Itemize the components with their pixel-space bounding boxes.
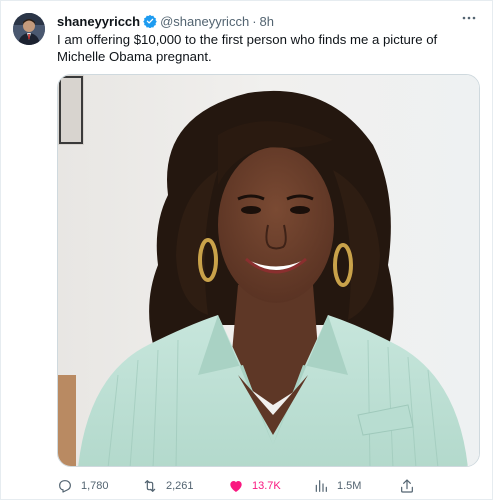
more-horizontal-icon[interactable] [460,11,478,25]
like-button[interactable]: 13.7K [228,477,281,495]
retweet-count: 2,261 [166,480,194,492]
share-icon [401,479,413,493]
reply-button[interactable]: 1,780 [57,477,109,495]
views-count: 1.5M [337,480,362,492]
tweet-text: I am offering $10,000 to the first perso… [57,32,438,64]
share-button[interactable] [399,477,415,495]
avatar[interactable] [13,13,45,45]
retweet-button[interactable]: 2,261 [142,477,194,495]
reply-icon [59,480,71,493]
tweet-actions: 1,780 2,261 13.7K 1.5M [57,477,417,495]
views-button[interactable]: 1.5M [313,477,361,495]
tweet-photo[interactable] [57,74,480,467]
heart-icon [230,481,242,492]
like-count: 13.7K [252,480,281,492]
retweet-icon [144,480,156,492]
tweet-card[interactable]: shaneyyricch @shaneyyricch · 8h I am off… [0,0,493,500]
display-name[interactable]: shaneyyricch [57,14,140,29]
separator-dot: · [252,13,257,29]
verified-badge-icon [143,14,157,29]
user-handle[interactable]: @shaneyyricch [160,14,249,29]
views-icon [315,480,327,492]
tweet-header: shaneyyricch @shaneyyricch · 8h [57,12,274,30]
timestamp[interactable]: 8h [260,14,274,29]
reply-count: 1,780 [81,480,109,492]
